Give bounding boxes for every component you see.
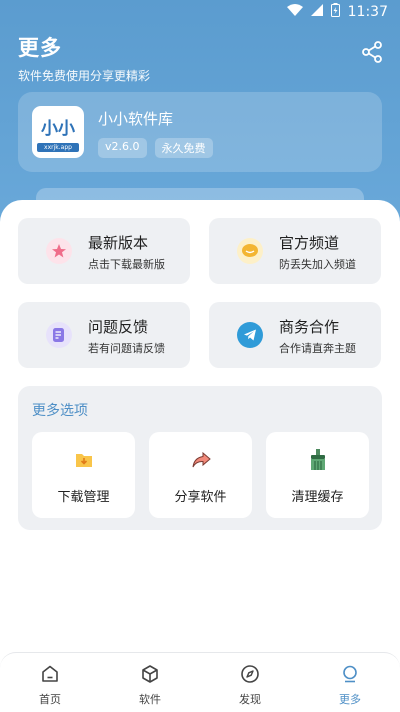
- broom-icon: [306, 448, 330, 472]
- cube-icon: [139, 663, 161, 685]
- share-software-button[interactable]: 分享软件: [149, 432, 252, 518]
- signal-icon: [310, 4, 323, 20]
- page-subtitle: 软件免费使用分享更精彩: [18, 69, 151, 83]
- app-info-card: 小小 xxrjk.app 小小软件库 v2.6.0 永久免费: [18, 92, 382, 172]
- app-tags: v2.6.0 永久免费: [98, 138, 213, 158]
- option-label: 分享软件: [174, 490, 227, 505]
- business-card[interactable]: 商务合作 合作请直奔主题: [209, 302, 381, 368]
- compass-icon: [239, 663, 261, 685]
- nav-more[interactable]: 更多: [300, 653, 400, 712]
- feedback-icon: [46, 322, 72, 348]
- battery-icon: [330, 3, 340, 21]
- nav-label: 发现: [239, 693, 261, 706]
- app-logo-strip: xxrjk.app: [37, 142, 79, 152]
- clear-cache-button[interactable]: 清理缓存: [266, 432, 369, 518]
- app-logo-text: 小小: [41, 118, 75, 139]
- option-label: 清理缓存: [291, 490, 344, 505]
- share-arrow-icon: [189, 448, 213, 472]
- nav-label: 首页: [39, 693, 61, 706]
- nav-discover[interactable]: 发现: [200, 653, 300, 712]
- feature-desc: 防丢失加入频道: [279, 258, 356, 271]
- feature-desc: 合作请直奔主题: [279, 342, 356, 355]
- more-options-title: 更多选项: [32, 403, 88, 419]
- status-time: 11:37: [347, 4, 388, 20]
- chat-bubble-icon: [237, 238, 263, 264]
- feedback-card[interactable]: 问题反馈 若有问题请反馈: [18, 302, 190, 368]
- app-logo: 小小 xxrjk.app: [32, 106, 84, 158]
- nav-home[interactable]: 首页: [0, 653, 100, 712]
- feature-desc: 若有问题请反馈: [88, 342, 165, 355]
- share-button[interactable]: [360, 40, 384, 64]
- nav-label: 更多: [339, 693, 361, 706]
- download-manager-button[interactable]: 下载管理: [32, 432, 135, 518]
- status-bar: 11:37: [0, 0, 400, 24]
- nav-label: 软件: [139, 693, 161, 706]
- page-title: 更多: [18, 36, 62, 60]
- nav-software[interactable]: 软件: [100, 653, 200, 712]
- share-icon: [362, 41, 382, 63]
- feature-desc: 点击下载最新版: [88, 258, 165, 271]
- home-icon: [39, 663, 61, 685]
- free-tag: 永久免费: [154, 138, 213, 158]
- feature-title: 官方频道: [279, 234, 340, 252]
- download-folder-icon: [72, 448, 96, 472]
- app-name: 小小软件库: [98, 110, 174, 128]
- latest-version-card[interactable]: 最新版本 点击下载最新版: [18, 218, 190, 284]
- bottom-navigation: 首页 软件 发现 更多: [0, 652, 400, 712]
- official-channel-card[interactable]: 官方频道 防丢失加入频道: [209, 218, 381, 284]
- wifi-icon: [286, 4, 303, 20]
- more-options-section: 更多选项 下载管理 分享软件 清理缓存: [18, 386, 382, 530]
- more-icon: [339, 663, 361, 685]
- page-header: 更多 软件免费使用分享更精彩: [18, 32, 150, 84]
- feature-title: 最新版本: [88, 234, 149, 252]
- version-tag: v2.6.0: [98, 138, 147, 158]
- option-label: 下载管理: [57, 490, 110, 505]
- feature-title: 商务合作: [279, 318, 340, 336]
- feature-title: 问题反馈: [88, 318, 149, 336]
- telegram-icon: [237, 322, 263, 348]
- star-icon: [46, 238, 72, 264]
